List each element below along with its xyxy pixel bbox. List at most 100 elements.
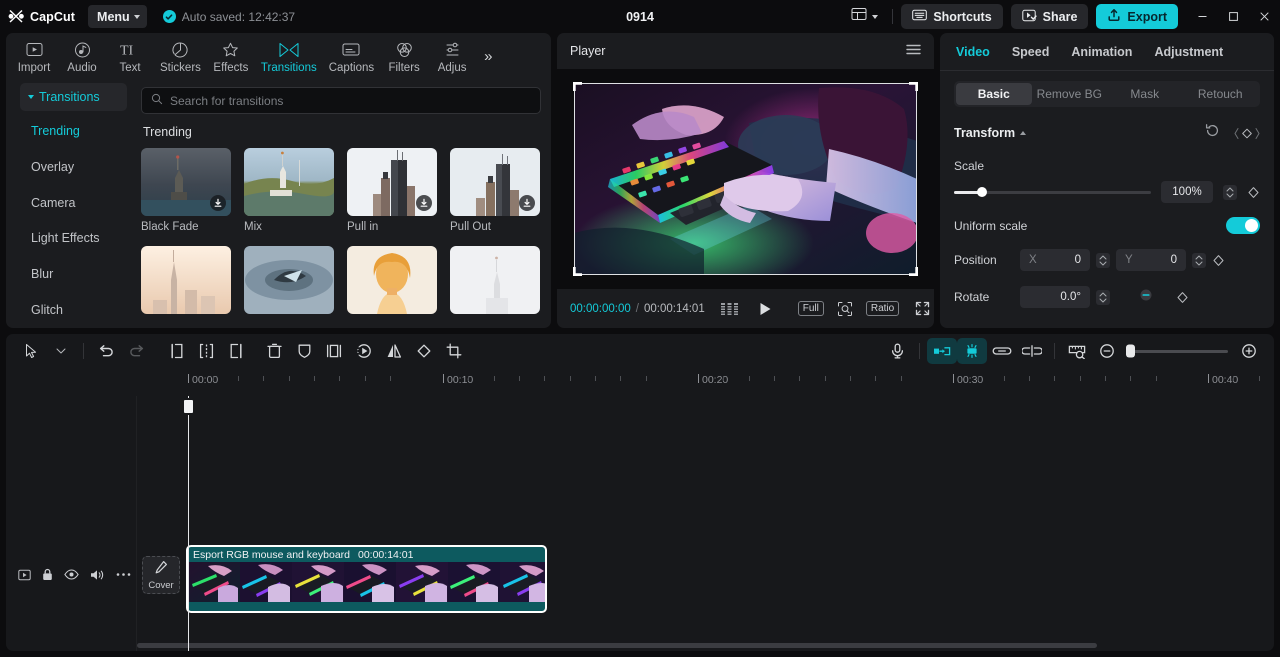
split-button[interactable] (191, 338, 221, 364)
scale-keyframe-icon[interactable] (1247, 186, 1260, 199)
lock-icon[interactable] (42, 568, 53, 581)
crop-frame-button[interactable] (319, 338, 349, 364)
delete-button[interactable] (259, 338, 289, 364)
player-menu-icon[interactable] (906, 43, 921, 59)
play-button[interactable] (759, 302, 772, 316)
magnet-snap-button[interactable] (957, 338, 987, 364)
rotate-keyframe-icon[interactable] (1176, 291, 1189, 304)
sidebar-item-camera[interactable]: Camera (6, 185, 137, 221)
more-options-icon[interactable] (116, 572, 131, 577)
maximize-button[interactable] (1218, 0, 1249, 33)
transition-thumbnail[interactable] (244, 148, 334, 216)
rotate-dial-icon[interactable] (1138, 288, 1154, 307)
reset-icon[interactable] (1205, 123, 1220, 143)
scale-slider[interactable] (954, 187, 1151, 197)
download-icon[interactable] (210, 195, 226, 211)
tab-animation[interactable]: Animation (1071, 45, 1132, 59)
record-voiceover-button[interactable] (882, 338, 912, 364)
frames-view-icon[interactable] (720, 302, 739, 316)
transition-thumbnail[interactable] (450, 246, 540, 314)
sidebar-item-trending[interactable]: Trending (6, 113, 137, 149)
speed-button[interactable] (349, 338, 379, 364)
timeline-zoom-handle[interactable] (1126, 344, 1135, 358)
zoom-out-button[interactable] (1092, 338, 1122, 364)
layout-switcher-button[interactable] (845, 5, 884, 28)
video-clip[interactable]: Esport RGB mouse and keyboard 00:00:14:0… (186, 545, 547, 613)
more-tabs-button[interactable]: » (478, 49, 498, 64)
position-y-field[interactable]: Y 0 (1116, 249, 1186, 271)
segment-retouch[interactable]: Retouch (1183, 83, 1259, 105)
ratio-button[interactable]: Ratio (865, 300, 900, 317)
tab-adjustment[interactable]: Adjus (428, 38, 476, 74)
auto-snap-button[interactable] (927, 338, 957, 364)
tab-transitions[interactable]: Transitions (255, 38, 323, 74)
transition-item[interactable] (244, 246, 334, 314)
share-button[interactable]: Share (1010, 4, 1089, 29)
minimize-button[interactable] (1187, 0, 1218, 33)
select-tool-dropdown[interactable] (46, 338, 76, 364)
scale-stepper[interactable] (1223, 184, 1237, 200)
transition-item[interactable] (450, 246, 540, 314)
timeline-zoom-slider[interactable] (1126, 344, 1228, 358)
tab-adjustment[interactable]: Adjustment (1154, 45, 1223, 59)
close-button[interactable] (1249, 0, 1280, 33)
sidebar-header-transitions[interactable]: Transitions (20, 83, 127, 111)
transition-item[interactable]: Black Fade (141, 148, 231, 233)
shortcuts-button[interactable]: Shortcuts (901, 4, 1003, 29)
speaker-icon[interactable] (90, 569, 105, 581)
scale-value-field[interactable]: 100% (1161, 181, 1213, 203)
video-preview[interactable] (573, 82, 918, 276)
search-input[interactable]: Search for transitions (141, 87, 541, 114)
tab-filters[interactable]: Filters (380, 38, 428, 74)
download-icon[interactable] (519, 195, 535, 211)
sidebar-item-blur[interactable]: Blur (6, 256, 137, 292)
timeline-scrollbar-thumb[interactable] (137, 643, 1097, 648)
position-x-field[interactable]: X 0 (1020, 249, 1090, 271)
transition-thumbnail[interactable] (141, 148, 231, 216)
transition-thumbnail[interactable] (347, 246, 437, 314)
zoom-fit-icon[interactable] (837, 301, 853, 317)
redo-button[interactable] (121, 338, 151, 364)
download-icon[interactable] (416, 195, 432, 211)
timeline-tracks[interactable]: Cover Esport RGB mouse and keyboard 00:0… (6, 396, 1274, 651)
split-right-button[interactable] (221, 338, 251, 364)
tab-stickers[interactable]: Stickers (154, 38, 207, 74)
rotate-field[interactable]: 0.0° (1020, 286, 1090, 308)
timeline-ruler[interactable]: 00:00 00:10 00:20 00:30 00:40 (6, 368, 1274, 396)
split-left-button[interactable] (161, 338, 191, 364)
keyframe-control[interactable] (1234, 127, 1260, 140)
sidebar-item-light-effects[interactable]: Light Effects (6, 220, 137, 256)
segment-remove-bg[interactable]: Remove BG (1032, 83, 1108, 105)
link-clips-button[interactable] (987, 338, 1017, 364)
sidebar-item-overlay[interactable]: Overlay (6, 149, 137, 185)
position-y-stepper[interactable] (1192, 252, 1206, 268)
crop-button[interactable] (439, 338, 469, 364)
export-button[interactable]: Export (1096, 4, 1178, 29)
timeline-scrollbar[interactable] (137, 643, 1266, 648)
segment-basic[interactable]: Basic (956, 83, 1032, 105)
mirror-button[interactable] (379, 338, 409, 364)
transition-thumbnail[interactable] (141, 246, 231, 314)
position-x-stepper[interactable] (1096, 252, 1110, 268)
transition-item[interactable]: Pull in (347, 148, 437, 233)
transition-thumbnail[interactable] (244, 246, 334, 314)
uniform-scale-toggle[interactable] (1226, 217, 1260, 234)
transition-item[interactable] (347, 246, 437, 314)
transition-item[interactable]: Mix (244, 148, 334, 233)
tab-text[interactable]: TI Text (106, 38, 154, 75)
transition-thumbnail[interactable] (347, 148, 437, 216)
transition-thumbnail[interactable] (450, 148, 540, 216)
video-track-icon[interactable] (18, 569, 31, 581)
transition-item[interactable] (141, 246, 231, 314)
mask-button[interactable] (289, 338, 319, 364)
full-quality-button[interactable]: Full (797, 300, 824, 317)
cover-button[interactable]: Cover (142, 556, 180, 594)
scale-slider-handle[interactable] (976, 187, 987, 197)
select-tool-button[interactable] (16, 338, 46, 364)
tab-audio[interactable]: Audio (58, 38, 106, 74)
unlink-clips-button[interactable] (1017, 338, 1047, 364)
chevron-up-icon[interactable] (1020, 131, 1027, 135)
position-keyframe-icon[interactable] (1212, 254, 1225, 267)
tab-speed[interactable]: Speed (1012, 45, 1050, 59)
zoom-in-button[interactable] (1234, 338, 1264, 364)
